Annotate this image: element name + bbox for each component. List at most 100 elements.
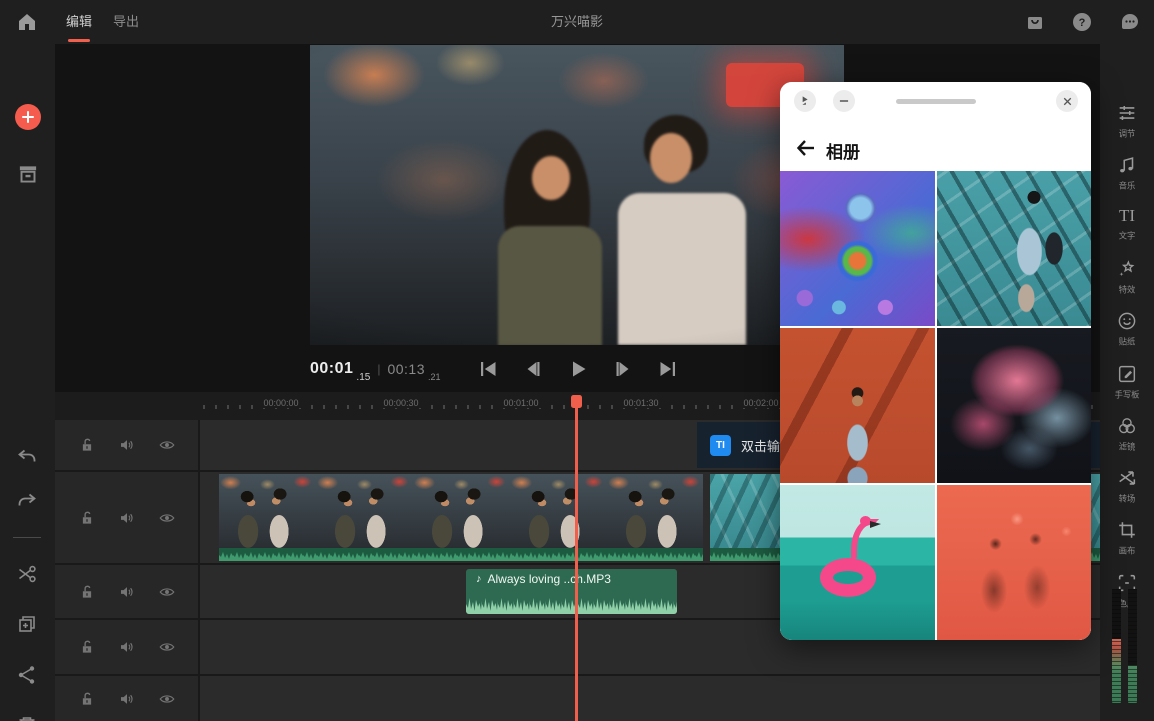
album-photo-grid	[780, 171, 1091, 640]
tool-filters[interactable]: 滤镜	[1100, 415, 1154, 453]
back-arrow-icon[interactable]	[794, 136, 818, 160]
help-icon[interactable]: ?	[1070, 10, 1094, 34]
audio-meter-left	[1112, 589, 1121, 703]
redo-icon[interactable]	[15, 490, 41, 516]
filters-circles-icon	[1116, 415, 1138, 437]
visibility-eye-icon[interactable]	[158, 638, 176, 656]
album-photo-flamingo-float-sea[interactable]	[780, 485, 935, 640]
music-note-icon	[1116, 154, 1138, 176]
tool-effects[interactable]: 特效	[1100, 258, 1154, 296]
preview-vignette	[310, 45, 844, 345]
album-photo-couple-red-tint[interactable]	[937, 485, 1092, 640]
ruler-label: 00:01:30	[619, 398, 662, 408]
tool-handwriting[interactable]: 手写板	[1100, 363, 1154, 401]
track-header	[55, 472, 200, 563]
toolbar-divider	[13, 537, 41, 538]
transition-arrows-icon	[1116, 467, 1138, 489]
duplicate-icon[interactable]	[15, 612, 41, 638]
skip-to-end-button[interactable]	[656, 357, 680, 381]
audio-clip-label: Always loving ..ch.MP3	[488, 572, 611, 586]
split-scissors-icon[interactable]	[15, 562, 41, 588]
effects-star-icon	[1116, 258, 1138, 280]
track-5	[55, 676, 1100, 721]
minimize-icon[interactable]	[833, 90, 855, 112]
svg-text:?: ?	[1079, 17, 1086, 29]
audio-clip[interactable]: ♪ Always loving ..ch.MP3	[466, 569, 677, 614]
lock-icon[interactable]	[78, 583, 96, 601]
mute-speaker-icon[interactable]	[118, 436, 136, 454]
media-library-icon[interactable]	[15, 161, 41, 187]
lock-icon[interactable]	[78, 509, 96, 527]
visibility-eye-icon[interactable]	[158, 509, 176, 527]
more-bubble-icon[interactable]	[1118, 10, 1142, 34]
store-bag-icon[interactable]	[1023, 10, 1047, 34]
app-window: 编辑 导出 万兴喵影 ?	[0, 0, 1154, 721]
text-clip-badge: TI	[710, 435, 731, 456]
play-button[interactable]	[566, 357, 590, 381]
tool-canvas[interactable]: 画布	[1100, 519, 1154, 557]
tab-edit[interactable]: 编辑	[66, 0, 92, 44]
sticker-smiley-icon	[1116, 310, 1138, 332]
lock-icon[interactable]	[78, 638, 96, 656]
adjust-sliders-icon	[1116, 102, 1138, 124]
album-photo-woman-orange-wall[interactable]	[780, 328, 935, 483]
music-note-icon: ♪	[476, 573, 482, 585]
top-bar: 编辑 导出 万兴喵影 ?	[0, 0, 1154, 44]
undo-icon[interactable]	[15, 446, 41, 472]
share-icon[interactable]	[15, 663, 41, 689]
tool-adjust[interactable]: 调节	[1100, 102, 1154, 140]
audio-meter-right	[1128, 589, 1137, 703]
flamingo-decor	[870, 521, 881, 528]
track-header	[55, 420, 200, 470]
drag-handle[interactable]	[896, 99, 976, 104]
delete-trash-icon[interactable]	[15, 713, 41, 721]
video-clip-1[interactable]	[219, 474, 703, 561]
album-photo-pink-blue-ink-water[interactable]	[937, 328, 1092, 483]
track-header	[55, 565, 200, 618]
mute-speaker-icon[interactable]	[118, 509, 136, 527]
playhead-handle[interactable]	[571, 395, 582, 408]
tool-stickers[interactable]: 贴纸	[1100, 310, 1154, 348]
next-frame-button[interactable]	[611, 357, 635, 381]
ruler-label: 00:01:00	[499, 398, 542, 408]
ruler-label: 00:02:00	[739, 398, 782, 408]
app-title: 万兴喵影	[0, 0, 1154, 44]
tool-music[interactable]: 音乐	[1100, 154, 1154, 192]
lock-icon[interactable]	[78, 690, 96, 708]
video-preview[interactable]	[310, 45, 844, 345]
home-icon[interactable]	[15, 10, 39, 34]
tool-transitions[interactable]: 转场	[1100, 467, 1154, 505]
canvas-crop-icon	[1116, 519, 1138, 541]
visibility-eye-icon[interactable]	[158, 436, 176, 454]
track-header	[55, 676, 200, 721]
close-icon[interactable]	[1056, 90, 1078, 112]
pin-panel-icon[interactable]	[794, 90, 816, 112]
visibility-eye-icon[interactable]	[158, 690, 176, 708]
track-lane[interactable]	[200, 676, 1100, 721]
tab-export[interactable]: 导出	[113, 0, 139, 44]
skip-to-start-button[interactable]	[476, 357, 500, 381]
album-photo-man-teal-graffiti-wall[interactable]	[937, 171, 1092, 326]
ruler-label: 00:00:00	[259, 398, 302, 408]
video-clip-waveform	[219, 548, 703, 561]
previous-frame-button[interactable]	[521, 357, 545, 381]
text-clip-label: 双击输	[741, 436, 780, 455]
track-header	[55, 620, 200, 674]
album-title: 相册	[826, 138, 860, 163]
album-panel: 相册	[780, 82, 1091, 640]
mute-speaker-icon[interactable]	[118, 638, 136, 656]
text-icon: TI	[1100, 206, 1154, 226]
ruler-label: 00:00:30	[379, 398, 422, 408]
add-media-button[interactable]	[15, 104, 41, 130]
audio-clip-waveform	[466, 592, 677, 614]
audio-level-meters	[1110, 589, 1144, 703]
album-photo-rainbow-glass-marbles[interactable]	[780, 171, 935, 326]
visibility-eye-icon[interactable]	[158, 583, 176, 601]
tool-text[interactable]: TI 文字	[1100, 206, 1154, 242]
right-toolbar: 调节 音乐 TI 文字 特效 贴纸 手写板 滤镜 转场	[1100, 44, 1154, 721]
mute-speaker-icon[interactable]	[118, 583, 136, 601]
flamingo-decor	[820, 558, 876, 597]
mute-speaker-icon[interactable]	[118, 690, 136, 708]
album-panel-header: 相册	[780, 82, 1091, 171]
lock-icon[interactable]	[78, 436, 96, 454]
